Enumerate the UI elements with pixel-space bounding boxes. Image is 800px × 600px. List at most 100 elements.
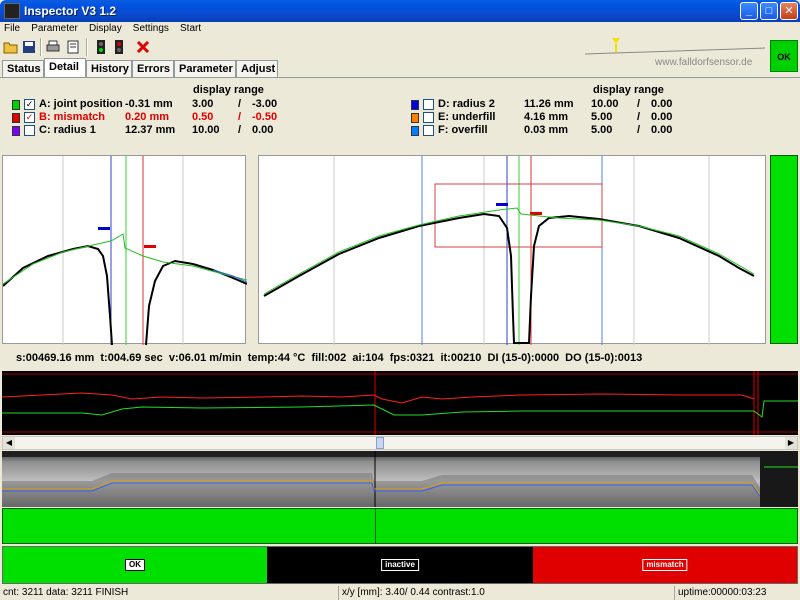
properties-icon [67,40,79,54]
channel-range-max[interactable]: 10.00 [192,124,220,137]
channel-checkbox[interactable]: ✓ [24,99,35,110]
channel-range-min[interactable]: 0.00 [651,98,672,111]
channel-row: F: overfill 0.03 mm 5.00 / 0.00 [411,124,711,137]
channel-color-swatch [411,126,419,136]
channel-label: D: radius 2 [438,98,495,110]
channel-range-separator: / [238,124,242,136]
channel-range-max[interactable]: 5.00 [591,111,612,124]
status-green-bar [2,508,798,544]
display-range-title-left: display range [193,84,264,96]
channel-range-min[interactable]: 0.00 [651,111,672,124]
signal-green-button[interactable] [92,38,110,56]
print-button[interactable] [44,38,62,56]
channel-range-min[interactable]: -3.00 [252,98,277,111]
minimize-button[interactable]: _ [740,2,758,20]
channel-value: 12.37 mm [125,124,176,136]
open-icon [3,42,18,54]
channel-row: D: radius 2 11.26 mm 10.00 / 0.00 [411,98,711,111]
website-label: www.falldorfsensor.de [655,57,753,68]
channel-label: C: radius 1 [39,124,96,136]
channel-checkbox[interactable] [24,125,35,136]
channel-range-min[interactable]: 0.00 [651,124,672,137]
scroll-thumb[interactable] [376,437,384,449]
channel-value: 0.03 mm [524,124,569,136]
channel-value: 0.20 mm [125,111,170,123]
channel-range-separator: / [637,111,641,123]
state-mismatch-label: mismatch [642,559,688,571]
menu-settings[interactable]: Settings [129,22,173,36]
scroll-right-arrow[interactable]: ▶ [785,437,797,449]
stop-button[interactable] [134,38,152,56]
channel-row: ✓ A: joint position -0.31 mm 3.00 / -3.00 [12,98,312,111]
channel-label: B: mismatch [39,111,106,123]
state-ok-label: OK [125,559,145,571]
tab-adjust[interactable]: Adjust [236,60,278,77]
measurement-status-line: s:00469.16 mm t:004.69 sec v:06.01 m/min… [16,352,643,364]
channel-row: E: underfill 4.16 mm 5.00 / 0.00 [411,111,711,124]
menu-start[interactable]: Start [176,22,205,36]
display-range-title-right: display range [593,84,664,96]
close-button[interactable]: ✕ [780,2,798,20]
tab-detail[interactable]: Detail [44,58,86,77]
signal-green-icon [97,40,105,54]
channel-range-separator: / [238,111,242,123]
channel-range-min[interactable]: 0.00 [252,124,273,137]
signal-red-icon [115,40,123,54]
channel-color-swatch [12,113,20,123]
channel-range-separator: / [637,124,641,136]
menu-display[interactable]: Display [85,22,126,36]
save-icon [23,41,35,53]
channel-range-max[interactable]: 5.00 [591,124,612,137]
channel-row: ✓ B: mismatch 0.20 mm 0.50 / -0.50 [12,111,312,124]
history-scrollbar[interactable]: ◀ ▶ [2,436,798,450]
channel-range-separator: / [637,98,641,110]
state-ok: OK [3,547,267,583]
menu-file[interactable]: File [0,22,24,36]
state-inactive-label: inactive [381,559,419,571]
channel-color-swatch [12,100,20,110]
channel-range-min[interactable]: -0.50 [252,111,277,124]
channel-range-max[interactable]: 10.00 [591,98,619,111]
tab-parameter[interactable]: Parameter [174,60,236,77]
menu-bar: File Parameter Display Settings Start [0,22,800,36]
channel-label: F: overfill [438,124,488,136]
channel-color-swatch [411,113,419,123]
open-button[interactable] [2,38,20,56]
tab-history[interactable]: History [86,60,132,77]
menu-parameter[interactable]: Parameter [27,22,82,36]
ok-indicator: OK [770,40,798,72]
channel-row: C: radius 1 12.37 mm 10.00 / 0.00 [12,124,312,137]
window-title: Inspector V3 1.2 [24,4,117,18]
properties-button[interactable] [64,38,82,56]
signal-red-button[interactable] [110,38,128,56]
status-count: cnt: 3211 data: 3211 FINISH [3,587,129,598]
channel-checkbox[interactable] [423,112,434,123]
channel-color-swatch [411,100,419,110]
level-indicator [770,155,798,344]
stop-icon [136,40,150,54]
channel-range-separator: / [238,98,242,110]
channel-label: E: underfill [438,111,496,123]
history-trace [1,371,798,435]
tab-errors[interactable]: Errors [132,60,174,77]
save-button[interactable] [20,38,38,56]
channel-checkbox[interactable] [423,125,434,136]
state-mismatch: mismatch [533,547,797,583]
channel-value: 4.16 mm [524,111,569,123]
channel-value: -0.31 mm [125,98,173,110]
channel-checkbox[interactable]: ✓ [24,112,35,123]
profile-image-strip [2,451,798,507]
status-coordinates: x/y [mm]: 3.40/ 0.44 contrast:1.0 [338,586,674,600]
state-bar: OK inactive mismatch [2,546,798,584]
tab-status[interactable]: Status [2,60,44,77]
detail-plot-left [2,155,247,345]
channel-range-max[interactable]: 3.00 [192,98,213,111]
detail-plot-main [258,155,766,345]
scroll-left-arrow[interactable]: ◀ [3,437,15,449]
print-icon [46,40,60,52]
state-inactive: inactive [267,547,533,583]
channel-color-swatch [12,126,20,136]
maximize-button[interactable]: □ [760,2,778,20]
channel-range-max[interactable]: 0.50 [192,111,213,124]
channel-checkbox[interactable] [423,99,434,110]
